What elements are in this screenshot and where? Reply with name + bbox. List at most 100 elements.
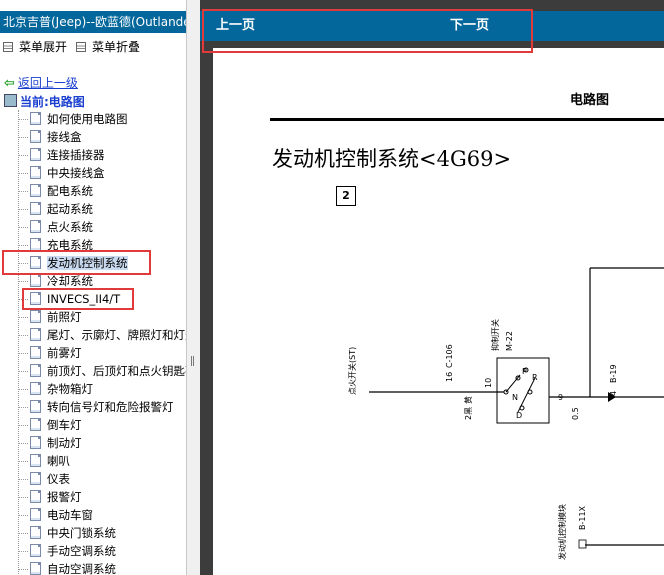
document-icon bbox=[30, 472, 41, 485]
tree-connector bbox=[18, 407, 28, 408]
tree-item-label: 配电系统 bbox=[47, 184, 93, 198]
document-icon bbox=[30, 490, 41, 503]
document-icon bbox=[30, 220, 41, 233]
tree-connector bbox=[18, 533, 28, 534]
pos-p: P bbox=[522, 367, 527, 376]
tree-item[interactable]: 中央接线盒 bbox=[18, 164, 105, 182]
tree-item[interactable]: 制动灯 bbox=[18, 434, 82, 452]
tree-item[interactable]: 自动空调系统 bbox=[18, 560, 116, 575]
tree-item-label: INVECS_II4/T bbox=[47, 292, 121, 306]
tree-item-label: 转向信号灯和危险报警灯 bbox=[47, 400, 174, 414]
tree-item-label: 如何使用电路图 bbox=[47, 112, 128, 126]
tree-connector bbox=[18, 317, 28, 318]
pane-splitter[interactable] bbox=[186, 0, 200, 575]
tree-item[interactable]: 尾灯、示廓灯、牌照灯和灯光监 bbox=[18, 326, 186, 344]
tree-item-label: 喇叭 bbox=[47, 454, 70, 468]
document-icon bbox=[30, 346, 41, 359]
inhibit-switch-label: 抑制开关 bbox=[490, 319, 500, 351]
tree-item[interactable]: 喇叭 bbox=[18, 452, 70, 470]
tree-item-label: 点火系统 bbox=[47, 220, 93, 234]
tree-connector bbox=[18, 515, 28, 516]
ignition-label: 点火开关(ST) bbox=[347, 347, 357, 395]
tree-item[interactable]: 起动系统 bbox=[18, 200, 93, 218]
tree-item[interactable]: INVECS_II4/T bbox=[18, 290, 120, 308]
tree-item[interactable]: 报警灯 bbox=[18, 488, 82, 506]
pos-r: R bbox=[532, 373, 538, 382]
tree-item[interactable]: 前雾灯 bbox=[18, 344, 82, 362]
list-icon bbox=[3, 42, 13, 52]
document-icon bbox=[30, 562, 41, 575]
tree-item-label: 尾灯、示廓灯、牌照灯和灯光监 bbox=[47, 328, 186, 342]
tree-item-label: 手动空调系统 bbox=[47, 544, 116, 558]
tree-item[interactable]: 接线盒 bbox=[18, 128, 82, 146]
computer-icon bbox=[4, 94, 17, 107]
document-icon bbox=[30, 166, 41, 179]
tree-item-label: 中央接线盒 bbox=[47, 166, 105, 180]
tree-item-label: 接线盒 bbox=[47, 130, 82, 144]
collapse-menu-button[interactable]: 菜单折叠 bbox=[76, 36, 140, 58]
tree-item[interactable]: 配电系统 bbox=[18, 182, 93, 200]
tree-connector bbox=[18, 479, 28, 480]
tree-connector bbox=[18, 209, 28, 210]
tree-item[interactable]: 充电系统 bbox=[18, 236, 93, 254]
tree-item[interactable]: 转向信号灯和危险报警灯 bbox=[18, 398, 174, 416]
tree-connector bbox=[18, 389, 28, 390]
wiring-diagram: 点火开关(ST) 16 C-106 10 9 4 B-19 抑制开关 M-22 … bbox=[347, 267, 664, 560]
document-icon bbox=[30, 292, 41, 305]
tree-connector bbox=[18, 335, 28, 336]
tree-connector bbox=[18, 227, 28, 228]
pin-9: 9 bbox=[558, 393, 563, 402]
document-icon bbox=[30, 274, 41, 287]
tree-item[interactable]: 前照灯 bbox=[18, 308, 82, 326]
tree-item[interactable]: 冷却系统 bbox=[18, 272, 93, 290]
splitter-grip-icon[interactable] bbox=[191, 356, 195, 366]
tree-item[interactable]: 点火系统 bbox=[18, 218, 93, 236]
tree-item-label: 起动系统 bbox=[47, 202, 93, 216]
b19-label: B-19 bbox=[609, 364, 618, 383]
tree-item[interactable]: 连接插接器 bbox=[18, 146, 105, 164]
tree-connector bbox=[18, 173, 28, 174]
tree-item[interactable]: 中央门锁系统 bbox=[18, 524, 116, 542]
back-link[interactable]: ⇦ 返回上一级 bbox=[4, 74, 78, 91]
document-icon bbox=[30, 526, 41, 539]
tree-connector bbox=[18, 137, 28, 138]
document-icon bbox=[30, 544, 41, 557]
document-icon bbox=[30, 238, 41, 251]
tree-item[interactable]: 手动空调系统 bbox=[18, 542, 116, 560]
tree-panel: 北京吉普(Jeep)--欧蓝德(Outlander ) 菜单展开 菜单折叠 ⇦ 返… bbox=[0, 0, 186, 575]
document-icon bbox=[30, 418, 41, 431]
tree-connector bbox=[18, 443, 28, 444]
tree-connector bbox=[18, 425, 28, 426]
connector-label: C-106 bbox=[445, 344, 454, 368]
tree-item-label: 充电系统 bbox=[47, 238, 93, 252]
document-icon bbox=[30, 148, 41, 161]
tree-item[interactable]: 前顶灯、后顶灯和点火钥匙孔照 bbox=[18, 362, 186, 380]
tree-item[interactable]: 仪表 bbox=[18, 470, 70, 488]
tree-connector bbox=[18, 299, 28, 300]
tree-item-label: 杂物箱灯 bbox=[47, 382, 93, 396]
b11x-label: B-11X bbox=[578, 505, 587, 530]
tree-connector bbox=[18, 371, 28, 372]
back-arrow-icon: ⇦ bbox=[4, 76, 15, 91]
tree-item-label: 自动空调系统 bbox=[47, 562, 116, 575]
tree-item[interactable]: 如何使用电路图 bbox=[18, 110, 128, 128]
current-location: 当前:电路图 bbox=[4, 93, 85, 110]
tree-item-label: 报警灯 bbox=[47, 490, 82, 504]
ecu-label: 发动机控制模块 bbox=[557, 504, 567, 560]
tree-item[interactable]: 发动机控制系统 bbox=[18, 254, 128, 272]
expand-menu-button[interactable]: 菜单展开 bbox=[3, 36, 67, 58]
tree-item-label: 发动机控制系统 bbox=[47, 256, 128, 270]
tree-connector bbox=[18, 281, 28, 282]
pos-d: D bbox=[516, 411, 522, 420]
document-icon bbox=[30, 364, 41, 377]
tree-connector bbox=[18, 263, 28, 264]
tree-connector bbox=[18, 569, 28, 570]
tree-item[interactable]: 电动车窗 bbox=[18, 506, 93, 524]
document-icon bbox=[30, 130, 41, 143]
tree-item[interactable]: 杂物箱灯 bbox=[18, 380, 93, 398]
tree-item[interactable]: 倒车灯 bbox=[18, 416, 82, 434]
tree-item-label: 仪表 bbox=[47, 472, 70, 486]
tree-connector bbox=[18, 119, 28, 120]
tree-item-label: 制动灯 bbox=[47, 436, 82, 450]
menu-bar: 菜单展开 菜单折叠 bbox=[0, 36, 186, 58]
